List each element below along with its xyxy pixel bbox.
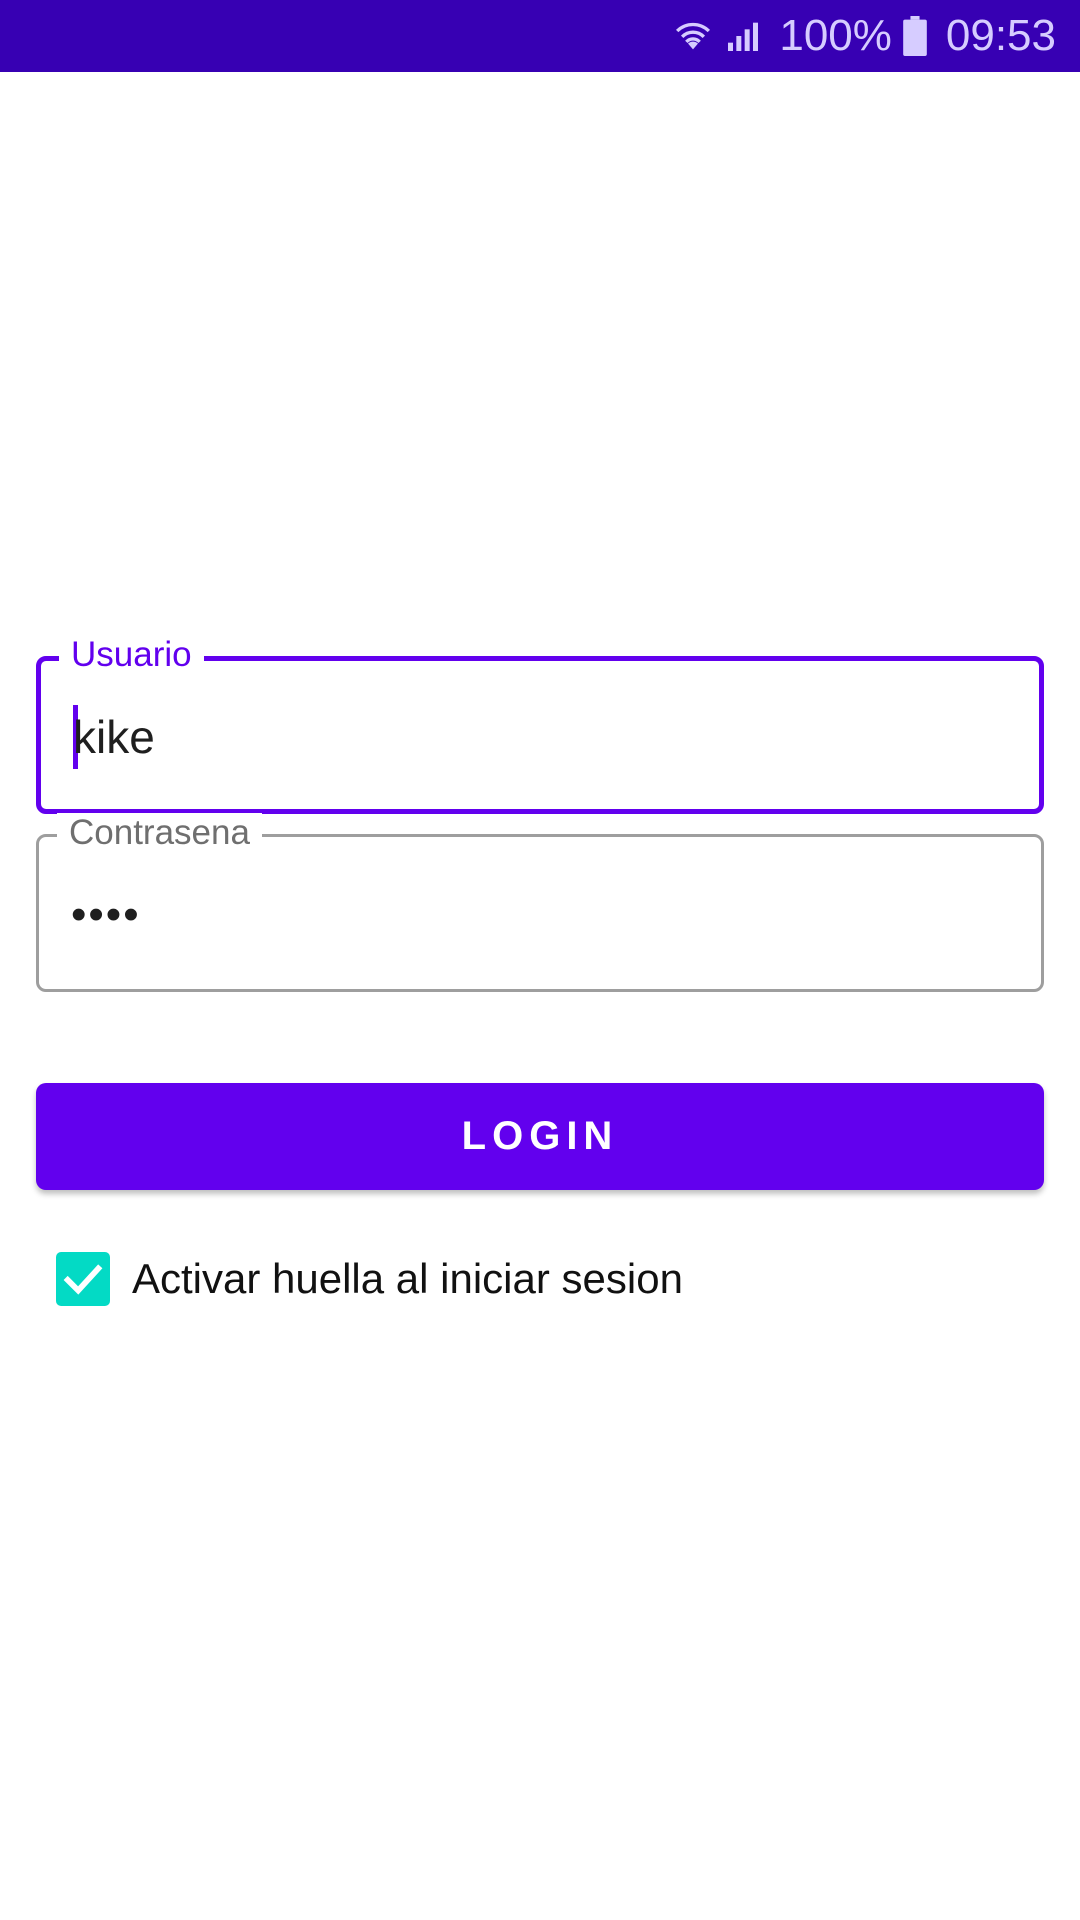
clock: 09:53 bbox=[945, 11, 1056, 60]
fingerprint-checkbox-label: Activar huella al iniciar sesion bbox=[132, 1255, 683, 1302]
password-field[interactable]: Contrasena •••• bbox=[36, 813, 1044, 992]
battery-icon bbox=[902, 16, 928, 56]
password-label: Contrasena bbox=[57, 813, 262, 853]
username-value[interactable]: kike bbox=[73, 709, 155, 765]
battery-percent: 100% bbox=[779, 11, 892, 60]
login-screen: 100% 09:53 Usuario kike Contrasena •••• … bbox=[0, 0, 1080, 1920]
fingerprint-checkbox[interactable] bbox=[56, 1252, 110, 1306]
username-label: Usuario bbox=[59, 635, 204, 675]
fingerprint-checkbox-row[interactable]: Activar huella al iniciar sesion bbox=[56, 1252, 683, 1306]
status-bar: 100% 09:53 bbox=[0, 0, 1080, 72]
password-value[interactable]: •••• bbox=[71, 887, 141, 943]
signal-icon bbox=[723, 16, 763, 56]
username-field[interactable]: Usuario kike bbox=[36, 635, 1044, 814]
login-button[interactable]: LOGIN bbox=[36, 1083, 1044, 1190]
wifi-icon bbox=[673, 16, 713, 56]
checkmark-icon bbox=[63, 1264, 103, 1295]
